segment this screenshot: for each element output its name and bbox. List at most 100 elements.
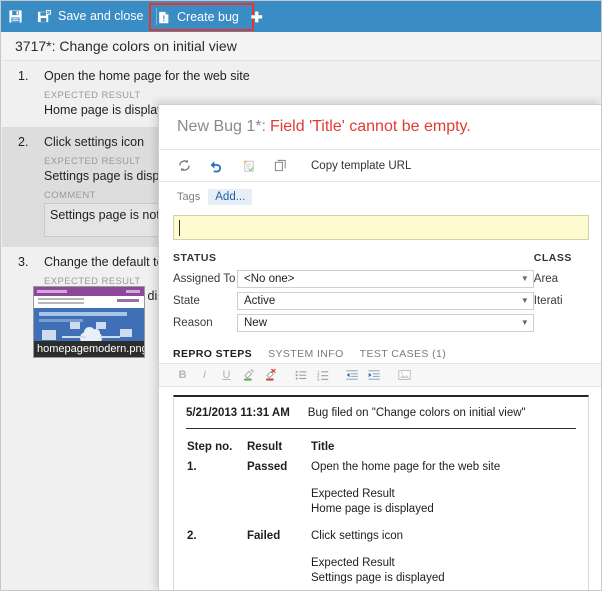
classification-heading: CLASS bbox=[533, 252, 572, 264]
row-result: Passed bbox=[247, 461, 288, 473]
text-caret bbox=[179, 220, 180, 236]
new-bug-dialog: New Bug 1*: Field 'Title' cannot be empt… bbox=[158, 104, 601, 590]
save-and-close-button[interactable]: Save and close bbox=[30, 1, 150, 32]
highlight-color-icon[interactable] bbox=[239, 366, 258, 385]
assigned-to-value: <No one> bbox=[244, 272, 295, 285]
table-row: 2. Failed Click settings icon bbox=[186, 529, 576, 544]
tags-label: Tags bbox=[177, 191, 201, 203]
refresh-icon[interactable] bbox=[169, 153, 199, 179]
table-row-spacer bbox=[186, 586, 576, 590]
svg-text:3: 3 bbox=[316, 377, 319, 382]
step-title: Click settings icon bbox=[44, 135, 145, 149]
row-result: Failed bbox=[247, 530, 281, 542]
row-title: Click settings icon bbox=[311, 530, 404, 542]
step-title: Open the home page for the web site bbox=[44, 69, 250, 83]
assigned-to-row: Assigned To <No one> ▼ bbox=[173, 269, 534, 288]
assigned-to-select[interactable]: <No one> ▼ bbox=[237, 269, 534, 288]
row-step-no: 2. bbox=[187, 530, 197, 542]
indent-icon[interactable] bbox=[365, 366, 384, 385]
state-row: State Active ▼ bbox=[173, 291, 534, 310]
tab-system-info[interactable]: SYSTEM INFO bbox=[268, 348, 344, 363]
add-tag-button[interactable]: Add... bbox=[208, 189, 253, 205]
tab-repro-steps[interactable]: REPRO STEPS bbox=[173, 348, 252, 363]
table-row-spacer bbox=[186, 475, 576, 487]
row-expected-text: Home page is displayed bbox=[311, 503, 434, 515]
app-window: Save and close Create bug ✚ 3717*: Chang… bbox=[0, 0, 602, 591]
bug-document-icon bbox=[157, 10, 171, 25]
row-expected-label: Expected Result bbox=[311, 557, 395, 569]
underline-icon[interactable]: U bbox=[217, 366, 236, 385]
chevron-down-icon: ▼ bbox=[520, 296, 529, 305]
repro-steps-content[interactable]: 5/21/2013 11:31 AM Bug filed on "Change … bbox=[173, 395, 589, 590]
numbered-list-icon[interactable]: 1 2 3 bbox=[313, 366, 332, 385]
bold-icon[interactable]: B bbox=[173, 366, 192, 385]
dialog-title: New Bug 1*: Field 'Title' cannot be empt… bbox=[159, 105, 601, 150]
expected-result-label: EXPECTED RESULT bbox=[44, 90, 141, 101]
undo-icon[interactable] bbox=[201, 153, 231, 179]
copy-icon[interactable] bbox=[265, 153, 295, 179]
attachment-thumbnail[interactable]: homepagemodern.png bbox=[33, 286, 145, 358]
column-result: Result bbox=[247, 441, 283, 453]
iteration-label: Iterati bbox=[533, 294, 563, 307]
create-bug-plus-icon[interactable]: ✚ bbox=[251, 10, 263, 24]
row-title: Open the home page for the web site bbox=[311, 461, 501, 473]
save-button[interactable] bbox=[1, 1, 30, 32]
reason-label: Reason bbox=[173, 316, 213, 329]
attachment-filename: homepagemodern.png bbox=[34, 341, 144, 357]
chevron-down-icon: ▼ bbox=[520, 318, 529, 327]
save-and-close-label: Save and close bbox=[58, 9, 144, 24]
row-step-no: 1. bbox=[187, 461, 197, 473]
create-bug-label: Create bug bbox=[177, 9, 239, 24]
save-close-icon bbox=[37, 9, 52, 24]
page-title: 3717*: Change colors on initial view bbox=[15, 38, 237, 54]
assigned-to-label: Assigned To bbox=[173, 272, 236, 285]
copy-template-url-button[interactable]: Copy template URL bbox=[311, 160, 411, 172]
step-number: 1. bbox=[18, 69, 29, 83]
tab-test-cases[interactable]: TEST CASES (1) bbox=[360, 348, 447, 363]
area-label: Area bbox=[533, 272, 559, 285]
tags-row: Tags Add... bbox=[159, 182, 601, 212]
insert-image-icon[interactable] bbox=[395, 366, 414, 385]
rich-text-toolbar: B I U 1 2 3 bbox=[159, 364, 601, 387]
row-expected-text: Settings page is displayed bbox=[311, 572, 445, 584]
bug-title-input[interactable] bbox=[173, 215, 589, 240]
table-row-spacer bbox=[186, 544, 576, 556]
outdent-icon[interactable] bbox=[343, 366, 362, 385]
area-row: Area bbox=[534, 269, 589, 288]
bullet-list-icon[interactable] bbox=[291, 366, 310, 385]
column-title: Title bbox=[311, 441, 335, 453]
thumbnail-subheader bbox=[34, 296, 144, 308]
table-row-expected: Expected Result bbox=[186, 487, 576, 502]
work-item-title-bar: 3717*: Change colors on initial view bbox=[2, 32, 601, 61]
table-row-expected-text: Home page is displayed bbox=[186, 502, 576, 517]
reason-row: Reason New ▼ bbox=[173, 313, 534, 332]
create-bug-button[interactable]: Create bug ✚ bbox=[151, 5, 269, 29]
italic-icon[interactable]: I bbox=[195, 366, 214, 385]
classification-column: CLASS Area Iterati bbox=[534, 252, 589, 335]
history-description: Bug filed on "Change colors on initial v… bbox=[307, 407, 526, 419]
table-row-expected-text: Settings page is displayed bbox=[186, 571, 576, 586]
dialog-toolbar: Copy template URL bbox=[159, 150, 601, 182]
history-timestamp: 5/21/2013 11:31 AM bbox=[186, 407, 290, 419]
table-row-spacer bbox=[186, 517, 576, 529]
column-step-no: Step no. bbox=[187, 441, 233, 453]
reason-select[interactable]: New ▼ bbox=[237, 313, 534, 332]
dialog-title-prefix: New Bug 1*: bbox=[177, 118, 266, 135]
clear-format-icon[interactable] bbox=[261, 366, 280, 385]
state-select[interactable]: Active ▼ bbox=[237, 291, 534, 310]
status-heading: STATUS bbox=[173, 252, 217, 264]
reason-value: New bbox=[244, 316, 268, 329]
dialog-tabs: REPRO STEPS SYSTEM INFO TEST CASES (1) bbox=[159, 344, 601, 364]
table-row-expected: Expected Result bbox=[186, 556, 576, 571]
repro-steps-table: Step no. Result Title 1. Passed Open the… bbox=[186, 440, 576, 590]
dialog-error-message: Field 'Title' cannot be empty. bbox=[269, 118, 471, 135]
fields-section: STATUS Assigned To <No one> ▼ State Acti… bbox=[159, 252, 601, 335]
state-value: Active bbox=[244, 294, 276, 307]
status-column: STATUS Assigned To <No one> ▼ State Acti… bbox=[173, 252, 534, 335]
chevron-down-icon: ▼ bbox=[520, 274, 529, 283]
step-number: 3. bbox=[18, 255, 29, 269]
apply-template-icon[interactable] bbox=[233, 153, 263, 179]
history-entry: 5/21/2013 11:31 AM Bug filed on "Change … bbox=[186, 407, 576, 429]
row-expected-label: Expected Result bbox=[311, 488, 395, 500]
state-label: State bbox=[173, 294, 200, 307]
